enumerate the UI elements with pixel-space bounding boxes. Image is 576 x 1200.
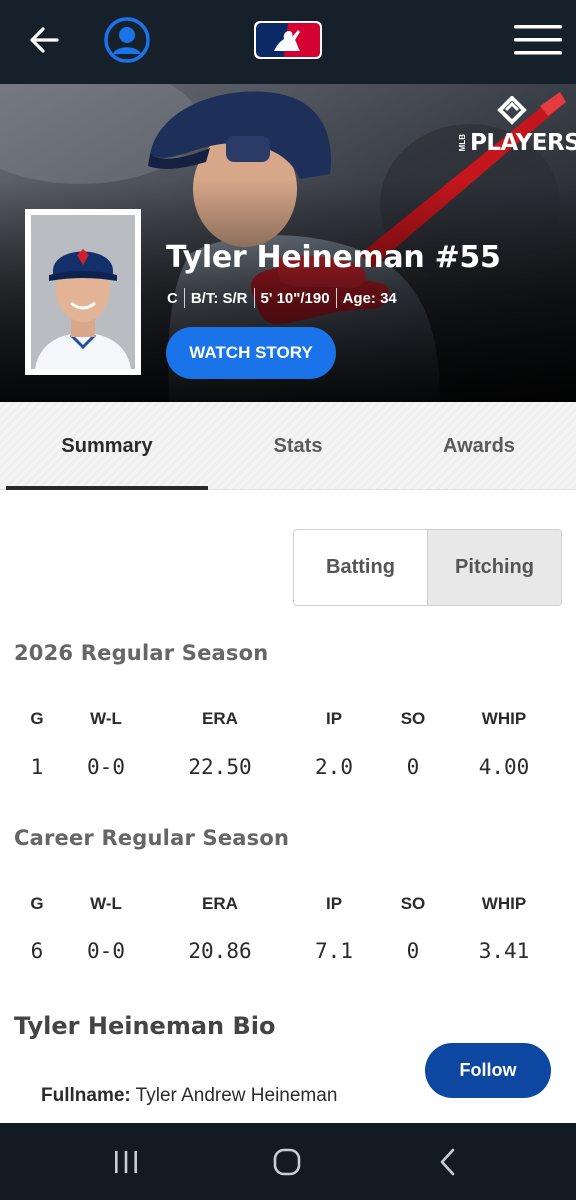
chevron-left-icon <box>440 1148 455 1176</box>
divider <box>335 288 337 308</box>
stat-header-wl: W-L <box>90 894 122 913</box>
tab-stats[interactable]: Stats <box>208 402 388 490</box>
player-bio-line: C B/T: S/R 5' 10"/190 Age: 34 <box>167 288 397 308</box>
player-age: Age: 34 <box>342 289 397 307</box>
account-button[interactable] <box>103 16 151 64</box>
player-height-weight: 5' 10"/190 <box>260 289 330 307</box>
stat-value-whip: 3.41 <box>478 939 530 963</box>
stat-type-toggle: Batting Pitching <box>293 529 562 606</box>
stat-header-so: SO <box>400 894 426 913</box>
stat-value-ip: 2.0 <box>315 755 353 779</box>
stat-header-g: G <box>30 709 44 728</box>
player-position: C <box>167 289 178 307</box>
bio-section-title: Tyler Heineman Bio <box>14 1012 276 1040</box>
stat-header-wl: W-L <box>90 709 122 728</box>
players-logo-text: PLAYERS <box>470 130 576 156</box>
active-tab-indicator <box>6 486 208 490</box>
bio-fullname-label: Fullname: <box>41 1085 131 1106</box>
season-stats-title: 2026 Regular Season <box>14 641 269 665</box>
career-stats-title: Career Regular Season <box>14 826 290 850</box>
stat-header-era: ERA <box>202 894 238 913</box>
stat-value-so: 0 <box>406 755 420 779</box>
stat-value-wl: 0-0 <box>87 939 125 963</box>
player-bats-throws: B/T: S/R <box>190 289 248 307</box>
stat-header-g: G <box>30 894 44 913</box>
stat-header-ip: IP <box>325 709 343 728</box>
home-button[interactable] <box>257 1143 317 1181</box>
player-name: Tyler Heineman #55 <box>166 240 501 275</box>
profile-tabs: Summary Stats Awards <box>0 402 576 490</box>
bio-fullname-row: Fullname: Tyler Andrew Heineman <box>41 1085 337 1107</box>
stat-header-so: SO <box>400 709 426 728</box>
stat-header-whip: WHIP <box>481 709 527 728</box>
stat-value-so: 0 <box>406 939 420 963</box>
stat-header-whip: WHIP <box>481 894 527 913</box>
recent-apps-icon <box>115 1151 137 1173</box>
arrow-left-icon <box>30 27 59 53</box>
recent-apps-button[interactable] <box>96 1143 156 1181</box>
stat-value-era: 22.50 <box>188 755 252 779</box>
system-back-button[interactable] <box>418 1143 478 1181</box>
stat-value-era: 20.86 <box>188 939 252 963</box>
divider <box>253 288 255 308</box>
stat-value-g: 6 <box>30 939 44 963</box>
stat-value-g: 1 <box>30 755 44 779</box>
menu-button[interactable] <box>512 22 564 58</box>
stat-value-wl: 0-0 <box>87 755 125 779</box>
divider <box>183 288 185 308</box>
user-circle-icon <box>104 17 150 63</box>
bio-fullname-value: Tyler Andrew Heineman <box>135 1085 338 1106</box>
stat-value-ip: 7.1 <box>315 939 353 963</box>
player-hero-banner: MLB PLAYERS Tyler Heineman #55 C B/T: S/… <box>0 84 576 402</box>
mlb-logo[interactable] <box>254 21 322 59</box>
stat-header-era: ERA <box>202 709 238 728</box>
pitching-toggle-option[interactable]: Pitching <box>427 530 561 605</box>
player-headshot <box>25 209 141 375</box>
system-navigation-bar <box>0 1123 576 1200</box>
players-logo-prefix: MLB <box>458 134 467 152</box>
stat-header-ip: IP <box>325 894 343 913</box>
home-icon <box>273 1148 301 1176</box>
stat-value-whip: 4.00 <box>478 755 530 779</box>
top-app-bar <box>0 0 576 84</box>
tab-summary[interactable]: Summary <box>6 402 208 490</box>
back-button[interactable] <box>24 20 64 60</box>
batting-toggle-option[interactable]: Batting <box>294 530 427 605</box>
watch-story-button[interactable]: WATCH STORY <box>166 327 336 379</box>
tab-awards[interactable]: Awards <box>388 402 570 490</box>
hamburger-menu-icon <box>514 25 562 55</box>
follow-button[interactable]: Follow <box>425 1043 551 1098</box>
